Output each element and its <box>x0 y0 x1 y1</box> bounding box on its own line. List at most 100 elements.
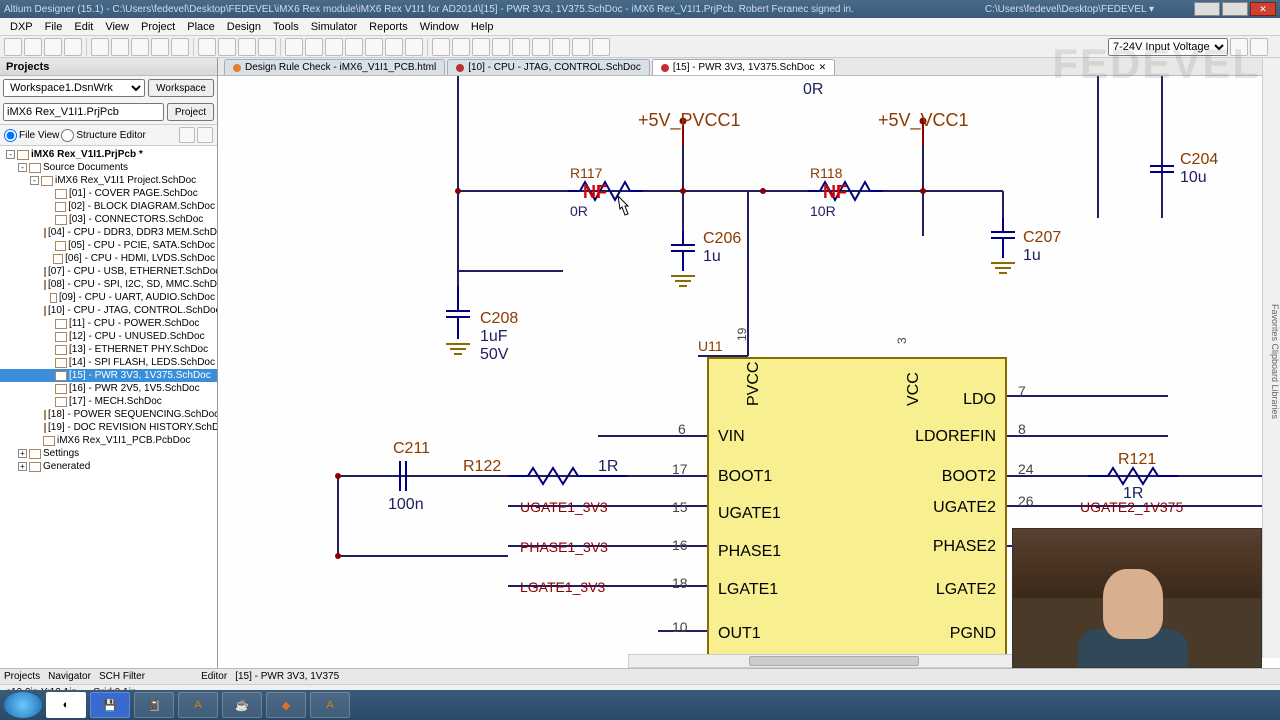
tree-item[interactable]: [08] - CPU - SPI, I2C, SD, MMC.SchDoc <box>0 278 217 291</box>
tool-button[interactable] <box>198 38 216 56</box>
menu-file[interactable]: File <box>39 21 69 33</box>
tool-button[interactable] <box>258 38 276 56</box>
tool-button[interactable] <box>131 38 149 56</box>
tree-item[interactable]: [07] - CPU - USB, ETHERNET.SchDoc <box>0 265 217 278</box>
tool-button[interactable] <box>492 38 510 56</box>
file-view-radio[interactable]: File View <box>4 129 59 142</box>
tool-button[interactable] <box>24 38 42 56</box>
tree-item[interactable]: [06] - CPU - HDMI, LVDS.SchDoc <box>0 252 217 265</box>
close-button[interactable]: ✕ <box>1250 2 1276 16</box>
tree-item[interactable]: [02] - BLOCK DIAGRAM.SchDoc <box>0 200 217 213</box>
tree-item[interactable]: -iMX6 Rex_V1I1.PrjPcb * <box>0 148 217 161</box>
tool-button[interactable] <box>111 38 129 56</box>
tree-item[interactable]: [03] - CONNECTORS.SchDoc <box>0 213 217 226</box>
taskbar-app-icon[interactable]: ◆ <box>266 692 306 718</box>
document-tab[interactable]: Design Rule Check - iMX6_V1I1_PCB.html <box>224 59 445 75</box>
project-button[interactable]: Project <box>167 103 214 121</box>
project-field[interactable] <box>3 103 164 121</box>
document-tab[interactable]: [10] - CPU - JTAG, CONTROL.SchDoc <box>447 59 650 75</box>
menu-help[interactable]: Help <box>465 21 500 33</box>
tab-editor[interactable]: Editor <box>201 671 227 682</box>
tree-item[interactable]: +Settings <box>0 447 217 460</box>
tool-button[interactable] <box>1250 38 1268 56</box>
tool-button[interactable] <box>532 38 550 56</box>
tool-button[interactable] <box>171 38 189 56</box>
menu-edit[interactable]: Edit <box>68 21 99 33</box>
tree-item[interactable]: [13] - ETHERNET PHY.SchDoc <box>0 343 217 356</box>
tool-button[interactable] <box>64 38 82 56</box>
menu-simulator[interactable]: Simulator <box>305 21 363 33</box>
tool-button[interactable] <box>345 38 363 56</box>
tab-sch-filter[interactable]: SCH Filter <box>99 671 145 682</box>
minimize-button[interactable]: _ <box>1194 2 1220 16</box>
tool-button[interactable] <box>472 38 490 56</box>
tree-item[interactable]: [05] - CPU - PCIE, SATA.SchDoc <box>0 239 217 252</box>
windows-taskbar[interactable]: ◐ 💾 📓 A ☕ ◆ A <box>0 690 1280 720</box>
taskbar-chrome-icon[interactable]: ◐ <box>46 692 86 718</box>
tree-item[interactable]: [19] - DOC REVISION HISTORY.SchDoc <box>0 421 217 434</box>
tree-item[interactable]: [17] - MECH.SchDoc <box>0 395 217 408</box>
tool-button[interactable] <box>512 38 530 56</box>
tool-button[interactable] <box>238 38 256 56</box>
maximize-button[interactable]: ▭ <box>1222 2 1248 16</box>
tab-navigator[interactable]: Navigator <box>48 671 91 682</box>
menu-project[interactable]: Project <box>135 21 181 33</box>
tool-button[interactable] <box>285 38 303 56</box>
tool-button[interactable] <box>91 38 109 56</box>
voltage-select[interactable]: 7-24V Input Voltage <box>1108 38 1228 56</box>
tool-button[interactable] <box>432 38 450 56</box>
tool-button[interactable] <box>405 38 423 56</box>
tree-item[interactable]: [16] - PWR 2V5, 1V5.SchDoc <box>0 382 217 395</box>
tree-item[interactable]: +Generated <box>0 460 217 473</box>
tool-button[interactable] <box>151 38 169 56</box>
tool-button[interactable] <box>325 38 343 56</box>
tree-item[interactable]: [01] - COVER PAGE.SchDoc <box>0 187 217 200</box>
menu-view[interactable]: View <box>99 21 135 33</box>
tool-button[interactable] <box>592 38 610 56</box>
tree-item[interactable]: [18] - POWER SEQUENCING.SchDoc <box>0 408 217 421</box>
start-button[interactable] <box>4 692 42 718</box>
taskbar-altium-icon[interactable]: A <box>310 692 350 718</box>
svg-text:26: 26 <box>1018 493 1034 509</box>
menu-reports[interactable]: Reports <box>363 21 414 33</box>
menu-design[interactable]: Design <box>221 21 267 33</box>
tree-item[interactable]: [12] - CPU - UNUSED.SchDoc <box>0 330 217 343</box>
taskbar-app-icon[interactable]: 📓 <box>134 692 174 718</box>
tool-button[interactable] <box>305 38 323 56</box>
taskbar-java-icon[interactable]: ☕ <box>222 692 262 718</box>
tab-projects[interactable]: Projects <box>4 671 40 682</box>
menu-place[interactable]: Place <box>181 21 221 33</box>
tree-item[interactable]: [09] - CPU - UART, AUDIO.SchDoc <box>0 291 217 304</box>
right-panel-strip[interactable]: Favorites Clipboard Libraries <box>1262 58 1280 658</box>
taskbar-altium-icon[interactable]: A <box>178 692 218 718</box>
tree-item[interactable]: [15] - PWR 3V3, 1V375.SchDoc <box>0 369 217 382</box>
tree-item[interactable]: -iMX6 Rex_V1I1 Project.SchDoc <box>0 174 217 187</box>
tool-button[interactable] <box>218 38 236 56</box>
tool-button[interactable] <box>44 38 62 56</box>
tree-item[interactable]: [04] - CPU - DDR3, DDR3 MEM.SchDoc <box>0 226 217 239</box>
panel-options-button[interactable] <box>179 127 195 143</box>
structure-editor-radio[interactable]: Structure Editor <box>61 129 145 142</box>
workspace-button[interactable]: Workspace <box>148 79 214 97</box>
menu-window[interactable]: Window <box>414 21 465 33</box>
tool-button[interactable] <box>385 38 403 56</box>
menu-tools[interactable]: Tools <box>267 21 305 33</box>
tool-button[interactable] <box>452 38 470 56</box>
tree-item[interactable]: [11] - CPU - POWER.SchDoc <box>0 317 217 330</box>
tool-button[interactable] <box>572 38 590 56</box>
tool-button[interactable] <box>552 38 570 56</box>
document-tab[interactable]: [15] - PWR 3V3, 1V375.SchDoc✕ <box>652 59 835 75</box>
tree-item[interactable]: iMX6 Rex_V1I1_PCB.PcbDoc <box>0 434 217 447</box>
tool-button[interactable] <box>1230 38 1248 56</box>
project-tree[interactable]: -iMX6 Rex_V1I1.PrjPcb *-Source Documents… <box>0 146 217 668</box>
tree-item[interactable]: [10] - CPU - JTAG, CONTROL.SchDoc <box>0 304 217 317</box>
tree-item[interactable]: [14] - SPI FLASH, LEDS.SchDoc <box>0 356 217 369</box>
tree-item[interactable]: -Source Documents <box>0 161 217 174</box>
tool-button[interactable] <box>4 38 22 56</box>
tool-button[interactable] <box>365 38 383 56</box>
taskbar-app-icon[interactable]: 💾 <box>90 692 130 718</box>
horizontal-scrollbar[interactable] <box>628 654 1038 668</box>
menu-dxp[interactable]: DXP <box>4 21 39 33</box>
workspace-select[interactable]: Workspace1.DsnWrk <box>3 79 145 97</box>
panel-options-button[interactable] <box>197 127 213 143</box>
